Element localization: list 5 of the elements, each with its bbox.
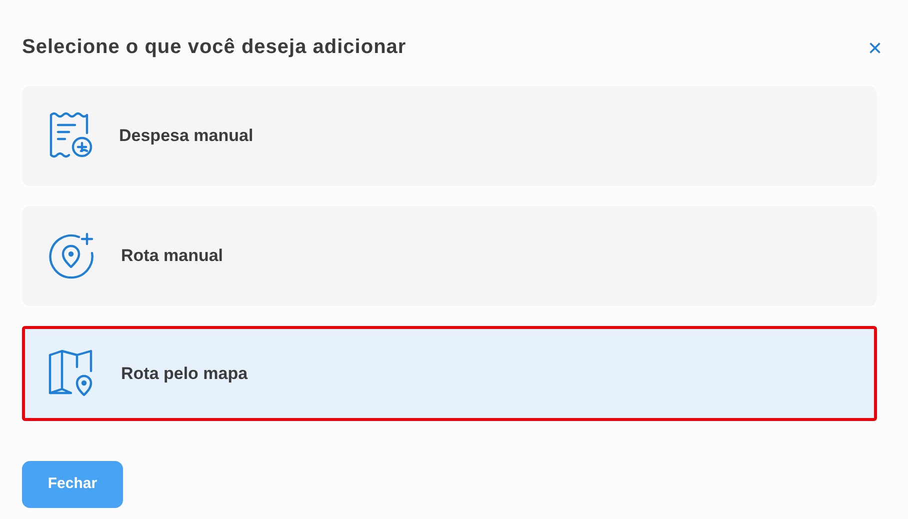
option-card[interactable]: Despesa manual bbox=[22, 86, 877, 186]
option-card[interactable]: Rota pelo mapa bbox=[22, 326, 877, 421]
option-card[interactable]: Rota manual bbox=[22, 206, 877, 306]
close-button[interactable]: × bbox=[868, 37, 882, 61]
dialog-title: Selecione o que você deseja adicionar bbox=[22, 35, 406, 60]
